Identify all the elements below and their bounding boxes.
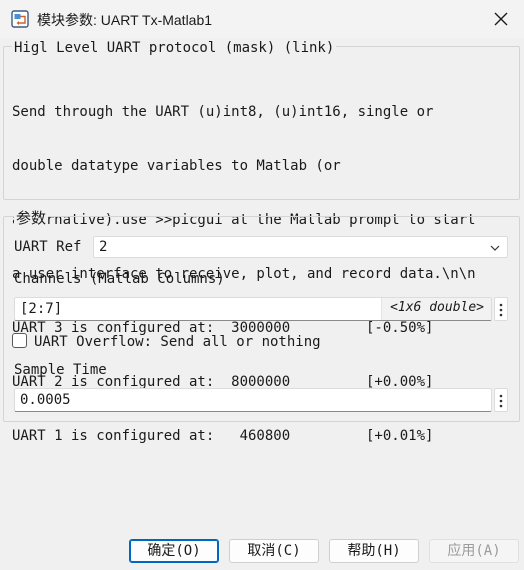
chevron-down-icon (490, 245, 500, 251)
vertical-dots-icon (499, 394, 503, 408)
help-button[interactable]: 帮助(H) (329, 539, 419, 563)
uart-config-line: UART 1 is configured at: 460800 [+0.01%] (12, 428, 434, 444)
apply-button[interactable]: 应用(A) (429, 539, 519, 563)
description-group-title: Higl Level UART protocol (mask) (link) (12, 40, 337, 56)
parameters-group-title: 参数 (14, 207, 49, 228)
channels-more-button[interactable] (494, 297, 508, 321)
sample-time-value: 0.0005 (20, 392, 71, 408)
uart-ref-value: 2 (99, 239, 108, 255)
title-bar: 模块参数: UART Tx-Matlab1 (0, 0, 524, 38)
uart-overflow-checkbox[interactable] (12, 333, 27, 348)
cancel-button[interactable]: 取消(C) (229, 539, 319, 563)
channels-size-hint: <1x6 double> (381, 298, 491, 320)
uart-overflow-label: UART Overflow: Send all or nothing (34, 334, 321, 350)
sample-time-field[interactable]: 0.0005 (14, 388, 492, 412)
uart-ref-select[interactable]: 2 (93, 236, 508, 258)
simulink-block-icon (11, 10, 29, 28)
window-title: 模块参数: UART Tx-Matlab1 (37, 12, 213, 28)
vertical-dots-icon (499, 303, 503, 317)
sample-time-more-button[interactable] (494, 388, 508, 412)
channels-value: [2:7] (20, 301, 63, 317)
ok-button[interactable]: 确定(O) (129, 539, 219, 563)
uart-ref-label: UART Ref (14, 239, 82, 255)
description-line: Send through the UART (u)int8, (u)int16,… (12, 104, 434, 120)
sample-time-label: Sample Time (14, 362, 107, 378)
description-line: double datatype variables to Matlab (or (12, 158, 341, 174)
channels-field[interactable]: [2:7] <1x6 double> (14, 297, 492, 321)
close-icon[interactable] (490, 8, 512, 30)
channels-label: Channels (Matlab Columns) (14, 271, 225, 287)
